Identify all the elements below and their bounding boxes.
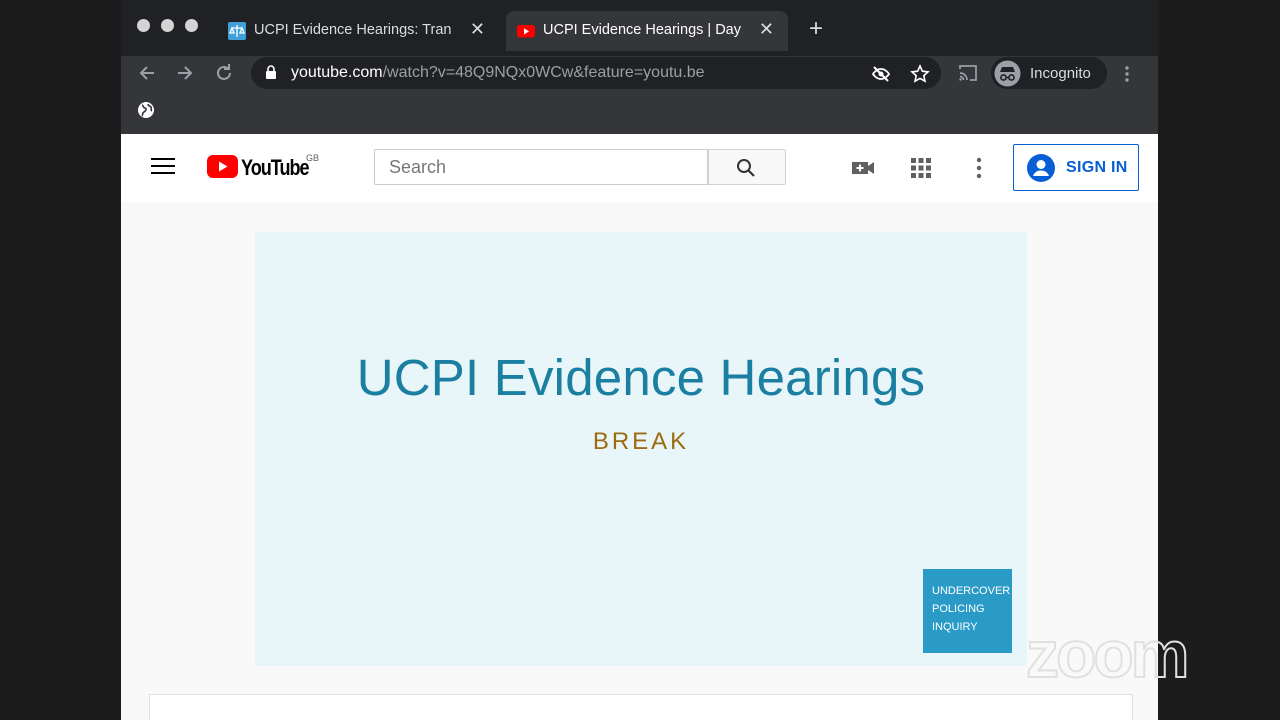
youtube-wordmark: YouTube — [241, 155, 310, 180]
browser-toolbar: youtube.com/watch?v=48Q9NQx0WCw&feature=… — [121, 56, 1158, 134]
globe-icon[interactable] — [137, 101, 155, 119]
youtube-logo[interactable]: YouTube GB — [207, 153, 319, 181]
tab-ucpi-transcript[interactable]: UCPI Evidence Hearings: Tran ✕ — [217, 11, 499, 51]
back-icon[interactable] — [136, 62, 158, 84]
incognito-badge[interactable]: Incognito — [991, 57, 1107, 89]
incognito-icon — [994, 60, 1021, 87]
create-video-icon[interactable] — [851, 156, 875, 180]
search-icon — [737, 159, 755, 177]
youtube-icon — [517, 25, 535, 38]
slide-subtitle: BREAK — [592, 428, 690, 455]
video-player[interactable]: UCPI Evidence Hearings BREAK UNDERCOVER … — [255, 232, 1027, 666]
hamburger-menu-icon[interactable] — [151, 158, 175, 176]
star-icon[interactable] — [910, 64, 930, 84]
lock-icon — [266, 65, 276, 79]
search-button[interactable] — [708, 149, 786, 185]
browser-menu-icon[interactable] — [1124, 65, 1130, 83]
tab-label: UCPI Evidence Hearings | Day — [543, 22, 741, 38]
tab-strip: UCPI Evidence Hearings: Tran ✕ UCPI Evid… — [121, 0, 1158, 56]
video-info-card — [149, 694, 1133, 720]
sign-in-button[interactable]: SIGN IN — [1013, 144, 1139, 191]
badge-line: INQUIRY — [932, 621, 978, 633]
window-zoom-dot[interactable] — [185, 19, 198, 32]
url-host: youtube.com — [291, 64, 383, 81]
browser-window: UCPI Evidence Hearings: Tran ✕ UCPI Evid… — [121, 0, 1158, 720]
settings-more-icon[interactable] — [967, 156, 991, 180]
url-text: youtube.com/watch?v=48Q9NQx0WCw&feature=… — [291, 64, 705, 82]
search-input[interactable] — [374, 149, 708, 185]
youtube-masthead: YouTube GB Search SIGN IN — [121, 134, 1158, 202]
window-close-dot[interactable] — [137, 19, 150, 32]
youtube-play-icon — [207, 155, 238, 178]
close-icon[interactable]: ✕ — [759, 19, 774, 40]
address-bar[interactable]: youtube.com/watch?v=48Q9NQx0WCw&feature=… — [251, 57, 941, 89]
zoom-watermark: zoom — [1025, 617, 1190, 691]
badge-line: UNDERCOVER — [932, 585, 1011, 597]
reload-icon[interactable] — [213, 62, 235, 84]
badge-line: POLICING — [932, 603, 985, 615]
close-icon[interactable]: ✕ — [470, 19, 485, 40]
tab-ucpi-youtube[interactable]: UCPI Evidence Hearings | Day ✕ — [506, 11, 788, 51]
user-avatar-icon — [1027, 154, 1055, 182]
forward-icon[interactable] — [174, 62, 196, 84]
sign-in-label: SIGN IN — [1066, 159, 1128, 176]
window-minimize-dot[interactable] — [161, 19, 174, 32]
eye-slash-icon[interactable] — [871, 64, 891, 84]
inquiry-logo-badge: UNDERCOVER POLICING INQUIRY — [923, 569, 1012, 653]
cast-icon[interactable] — [958, 64, 978, 82]
new-tab-icon[interactable]: + — [809, 17, 823, 41]
apps-grid-icon[interactable] — [909, 156, 933, 180]
tab-label: UCPI Evidence Hearings: Tran — [254, 22, 452, 38]
slide-title: UCPI Evidence Hearings — [356, 349, 926, 406]
region-code: GB — [306, 153, 320, 163]
scales-icon — [228, 22, 246, 40]
url-path: /watch?v=48Q9NQx0WCw&feature=youtu.be — [382, 64, 705, 81]
incognito-label: Incognito — [1030, 65, 1091, 82]
